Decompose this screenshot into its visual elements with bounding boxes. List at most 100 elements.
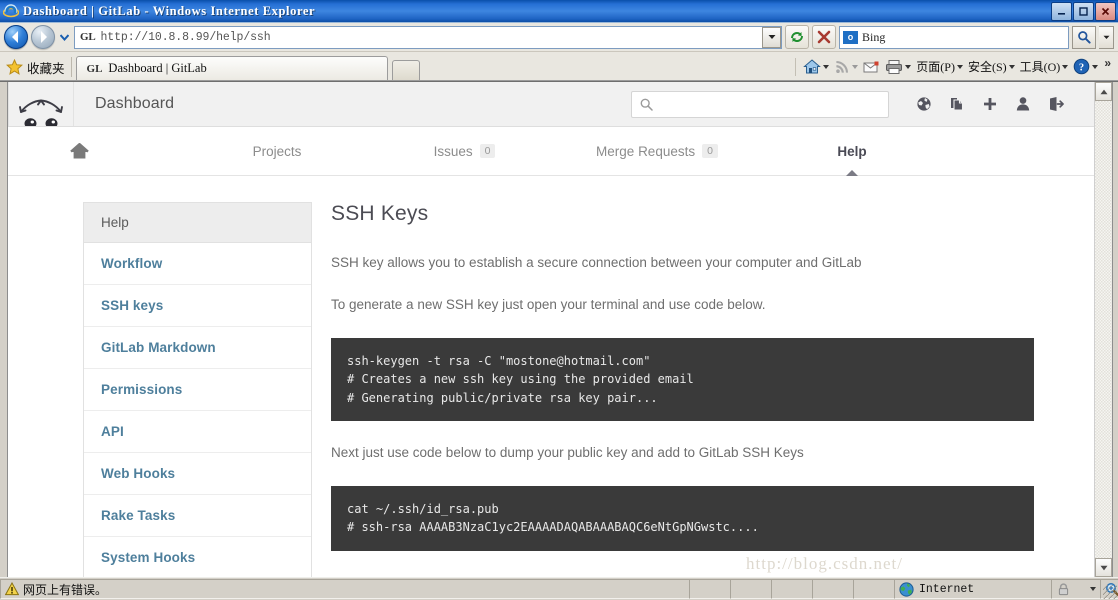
tab-issues[interactable]: Issues 0 [372,127,557,175]
sidebar-item-ssh-keys[interactable]: SSH keys [84,285,311,327]
back-button[interactable] [4,25,28,49]
search-bar[interactable]: o Bing [839,25,1069,49]
status-error-text: 网页上有错误。 [23,582,108,597]
sidebar-item-web-hooks[interactable]: Web Hooks [84,453,311,495]
address-url-text: http://10.8.8.99/help/ssh [100,30,271,44]
tab-home[interactable] [8,127,182,175]
refresh-button[interactable] [785,25,809,49]
code-block-keygen: ssh-keygen -t rsa -C "mostone@hotmail.co… [331,337,1034,422]
recent-pages-chevron-icon[interactable] [58,26,71,48]
page-scrollbar[interactable] [1094,82,1112,577]
browser-tab-gitlab[interactable]: GL Dashboard | GitLab [75,56,388,80]
scroll-up-button[interactable] [1095,82,1112,101]
tools-menu-caret-icon[interactable] [1062,64,1069,69]
tab-title: Dashboard | GitLab [108,61,207,75]
tab-help[interactable]: Help [757,127,947,176]
protected-mode-caret-icon[interactable] [1090,587,1096,591]
scrollbar-track[interactable] [1095,101,1112,558]
address-dropdown-button[interactable] [762,26,781,48]
home-caret-icon[interactable] [823,64,830,69]
logout-icon[interactable] [1039,89,1072,119]
page-menu[interactable]: 页面(P) [914,56,965,77]
article-paragraph-3: Next just use code below to dump your pu… [331,445,804,461]
maximize-button[interactable] [1073,2,1094,21]
status-cell-1 [689,579,731,599]
internet-globe-icon [899,581,914,597]
print-button[interactable] [883,56,913,77]
new-project-icon[interactable] [973,89,1006,119]
sidebar-item-permissions[interactable]: Permissions [84,369,311,411]
search-go-button[interactable] [1072,25,1096,49]
mail-icon [863,61,879,72]
forward-button[interactable] [31,25,55,49]
search-provider-dropdown[interactable] [1099,25,1114,49]
sidebar-item-system-hooks[interactable]: System Hooks [84,537,311,577]
status-cell-3 [771,579,813,599]
status-bar: 网页上有错误。 Internet 100% [0,577,1118,600]
home-icon [70,142,89,158]
window-title: Dashboard | GitLab - Windows Internet Ex… [23,3,316,18]
search-input[interactable]: Bing [862,30,885,45]
public-area-icon[interactable] [907,89,940,119]
window-left-edge [0,82,8,577]
article-paragraph-2: To generate a new SSH key just open your… [331,297,766,313]
page-menu-caret-icon[interactable] [956,64,963,69]
search-icon [640,98,653,111]
tab-favicon: GL [86,62,103,75]
feeds-button[interactable] [832,56,860,77]
sidebar-item-rake-tasks[interactable]: Rake Tasks [84,495,311,537]
command-divider [795,57,797,76]
tools-menu[interactable]: 工具(O) [1018,56,1071,77]
code-block-cat-pubkey: cat ~/.ssh/id_rsa.pub # ssh-rsa AAAAB3Nz… [331,485,1034,551]
tab-issues-label: Issues [433,143,473,159]
security-zone-label: Internet [919,582,975,596]
minimize-button[interactable] [1051,2,1072,21]
snippets-icon[interactable] [940,89,973,119]
tab-projects[interactable]: Projects [182,127,372,175]
gitlab-content: Help Workflow SSH keys GitLab Markdown P… [8,176,1094,577]
toolbar-divider [70,57,72,77]
lock-icon [1058,583,1069,596]
tab-merge-requests[interactable]: Merge Requests 0 [557,127,757,175]
favorites-button[interactable]: 收藏夹 [4,56,71,78]
sidebar-item-gitlab-markdown[interactable]: GitLab Markdown [84,327,311,369]
help-menu[interactable]: ? [1071,56,1100,77]
security-menu-caret-icon[interactable] [1008,64,1015,69]
page-title: Dashboard [95,95,175,112]
security-menu-label: 安全(S) [967,60,1007,74]
protected-mode-cell[interactable] [1051,579,1101,599]
feeds-caret-icon[interactable] [852,64,859,69]
command-overflow-button[interactable]: » [1101,56,1114,70]
mail-button[interactable] [861,56,882,77]
internet-explorer-window: Dashboard | GitLab - Windows Internet Ex… [0,0,1118,600]
command-bar: 页面(P) 安全(S) 工具(O) ? » [791,56,1114,77]
status-error-cell[interactable]: 网页上有错误。 [0,579,690,599]
sidebar-item-workflow[interactable]: Workflow [84,243,311,285]
favorites-and-tabs-bar: 收藏夹 GL Dashboard | GitLab 页面(P) 安全(S) 工具… [0,52,1118,81]
window-right-edge [1112,82,1118,577]
home-button[interactable] [801,56,831,77]
gitlab-search-box[interactable] [631,90,889,118]
page-menu-label: 页面(P) [916,60,955,74]
sidebar-item-api[interactable]: API [84,411,311,453]
gitlab-header: Dashboard [8,82,1094,127]
help-sidebar: Help Workflow SSH keys GitLab Markdown P… [83,202,312,577]
scroll-down-button[interactable] [1095,558,1112,577]
article-heading: SSH Keys [331,202,429,225]
active-tab-caret-icon [846,170,858,176]
house-icon [803,59,822,74]
gitlab-tanuki-logo[interactable] [8,82,74,126]
security-zone-cell[interactable]: Internet [894,579,1052,599]
security-menu[interactable]: 安全(S) [966,56,1017,77]
profile-icon[interactable] [1006,89,1039,119]
gitlab-header-actions [907,89,1072,119]
rss-icon [836,60,849,73]
stop-button[interactable] [812,25,836,49]
print-caret-icon[interactable] [905,64,912,69]
help-menu-caret-icon[interactable] [1092,64,1099,69]
new-tab-button[interactable] [391,60,420,80]
help-article: SSH Keys SSH key allows you to establish… [331,202,1094,577]
address-bar[interactable]: GL http://10.8.8.99/help/ssh [74,25,782,49]
close-button[interactable] [1095,2,1116,21]
resize-grip[interactable] [1103,585,1117,599]
